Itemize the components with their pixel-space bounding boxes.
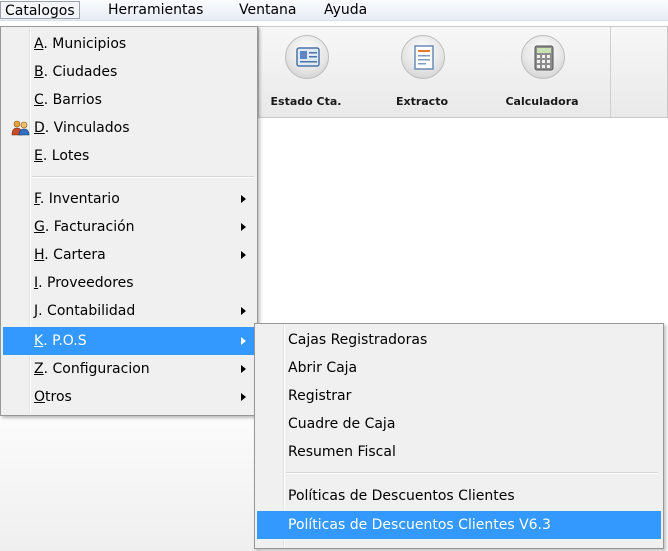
menu-item-contabilidad[interactable]: J. Contabilidad: [3, 297, 255, 325]
menu-item-configuracion[interactable]: Z. Configuracion: [3, 355, 255, 383]
menu-item-cuadre-de-caja[interactable]: Cuadre de Caja: [257, 410, 661, 438]
menu-item-proveedores[interactable]: I. Proveedores: [3, 269, 255, 297]
submenu-arrow-icon: [241, 393, 246, 401]
extracto-button[interactable]: Extracto: [377, 33, 467, 113]
menu-item-lotes[interactable]: E. Lotes: [3, 142, 255, 170]
menu-item-barrios[interactable]: C. Barrios: [3, 86, 255, 114]
menu-item-pos[interactable]: K. P.O.S: [3, 327, 255, 355]
toolbar-divider: [610, 27, 611, 117]
extracto-label: Extracto: [395, 95, 449, 108]
menu-item-cartera[interactable]: H. Cartera: [3, 241, 255, 269]
menu-item-otros[interactable]: Otros: [3, 383, 255, 411]
menu-item-cajas-registradoras[interactable]: Cajas Registradoras: [257, 326, 661, 354]
menu-separator: [286, 472, 658, 474]
catalogos-menu: A. Municipios B. Ciudades C. Barrios D. …: [0, 26, 258, 416]
submenu-arrow-icon: [241, 251, 246, 259]
submenu-arrow-icon: [241, 365, 246, 373]
menu-item-vinculados[interactable]: D. Vinculados: [3, 114, 255, 142]
menu-bar: Catalogos Herramientas Ventana Ayuda: [0, 0, 668, 21]
menu-ayuda[interactable]: Ayuda: [320, 1, 371, 19]
menu-item-municipios[interactable]: A. Municipios: [3, 30, 255, 58]
menu-item-resumen-fiscal[interactable]: Resumen Fiscal: [257, 438, 661, 466]
estado-cuenta-button[interactable]: Estado Cta.: [261, 33, 351, 113]
calculator-icon: [521, 35, 565, 79]
id-card-icon: [285, 35, 329, 79]
menu-item-ciudades[interactable]: B. Ciudades: [3, 58, 255, 86]
calculadora-label: Calculadora: [505, 95, 579, 108]
menu-item-facturacion[interactable]: G. Facturación: [3, 213, 255, 241]
menu-ventana[interactable]: Ventana: [235, 1, 301, 19]
menu-catalogos[interactable]: Catalogos: [0, 1, 80, 19]
calculadora-button[interactable]: Calculadora: [497, 33, 587, 113]
menu-herramientas[interactable]: Herramientas: [104, 1, 207, 19]
submenu-arrow-icon: [241, 307, 246, 315]
submenu-arrow-icon: [241, 337, 246, 345]
menu-item-inventario[interactable]: F. Inventario: [3, 185, 255, 213]
submenu-arrow-icon: [241, 223, 246, 231]
submenu-arrow-icon: [241, 195, 246, 203]
menu-item-registrar[interactable]: Registrar: [257, 382, 661, 410]
menu-item-politicas-descuentos-clientes-v63[interactable]: Políticas de Descuentos Clientes V6.3: [257, 511, 661, 539]
estado-cuenta-label: Estado Cta.: [270, 95, 342, 108]
menu-item-abrir-caja[interactable]: Abrir Caja: [257, 354, 661, 382]
toolbar: Estado Cta. Extracto Calculadora: [258, 26, 668, 118]
menu-separator: [32, 176, 254, 178]
people-icon: [11, 120, 30, 136]
pos-submenu: Cajas Registradoras Abrir Caja Registrar…: [254, 323, 664, 549]
menu-item-politicas-descuentos-clientes[interactable]: Políticas de Descuentos Clientes: [257, 482, 661, 510]
document-icon: [401, 35, 445, 79]
